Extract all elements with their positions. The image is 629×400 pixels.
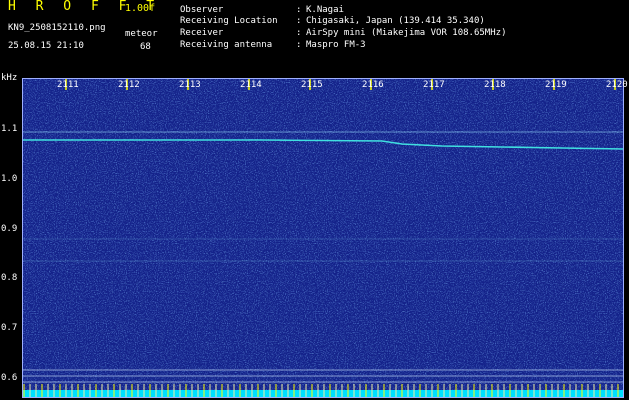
filename-label: KN9_2508152110.png	[8, 23, 106, 33]
y-tick-label: 0.9	[1, 224, 18, 234]
x-tick-label: 2117	[423, 80, 445, 90]
antenna-sep: :	[296, 40, 302, 50]
location-sep: :	[296, 16, 302, 26]
x-tick-label: 2112	[118, 80, 140, 90]
receiver-key: Receiver	[180, 28, 224, 38]
spectrogram	[22, 78, 624, 398]
x-tick-label: 2115	[301, 80, 323, 90]
meteor-count: 68	[140, 42, 151, 52]
y-axis-unit: kHz	[1, 73, 18, 83]
spectrogram-noise-bright	[22, 78, 624, 398]
y-tick-label: 0.8	[1, 273, 18, 283]
location-value: Chigasaki, Japan (139.414 35.340)	[306, 16, 485, 26]
datetime-label: 25.08.15 21:10	[8, 41, 84, 51]
x-tick-label: 2118	[484, 80, 506, 90]
y-tick-label: 1.1	[1, 124, 18, 134]
receiver-sep: :	[296, 28, 302, 38]
y-tick-label: 0.6	[1, 373, 18, 383]
antenna-key: Receiving antenna	[180, 40, 273, 50]
receiver-value: AirSpy mini (Miakejima VOR 108.65MHz)	[306, 28, 507, 38]
version-label: 1.00f	[125, 3, 156, 14]
meteor-label: meteor	[125, 29, 158, 39]
x-tick-label: 2116	[362, 80, 384, 90]
x-tick-label: 2114	[240, 80, 262, 90]
y-tick-label: 0.7	[1, 323, 18, 333]
x-tick-label: 2120	[606, 80, 628, 90]
location-key: Receiving Location	[180, 16, 278, 26]
x-tick-label: 2119	[545, 80, 567, 90]
x-tick-label: 2111	[57, 80, 79, 90]
x-tick-label: 2113	[179, 80, 201, 90]
y-tick-label: 1.0	[1, 174, 18, 184]
antenna-value: Maspro FM-3	[306, 40, 366, 50]
